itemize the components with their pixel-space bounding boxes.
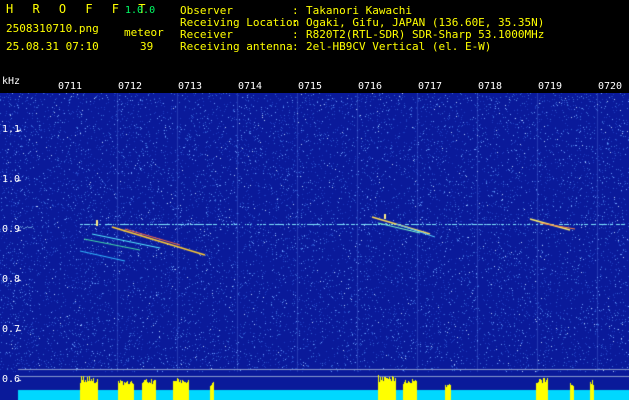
time-label: 0713	[178, 81, 203, 92]
y-tick-label: 0.7	[2, 324, 21, 335]
time-label: 0720	[598, 81, 623, 92]
time-label: 0714	[238, 81, 263, 92]
header-panel: H R O F F T 1.0.0 2508310710.png meteor …	[0, 0, 629, 72]
time-label: 0712	[118, 81, 143, 92]
info-colon: :	[292, 40, 299, 53]
info-row-location: Receiving Location : Ogaki, Gifu, JAPAN …	[0, 16, 629, 29]
y-unit-label: kHz	[2, 76, 21, 87]
y-tick-label: 1.1	[2, 124, 21, 135]
time-axis: kHz 0711 0712 0713 0714 0715 0716 0717 0…	[0, 72, 629, 94]
time-label: 0717	[418, 81, 443, 92]
y-tick-label: 0.8	[2, 274, 21, 285]
time-label: 0718	[478, 81, 503, 92]
y-tick-label: 1.0	[2, 174, 21, 185]
spectrogram-canvas	[0, 93, 629, 400]
y-tick-label: 0.6	[2, 374, 21, 385]
info-row-receiver: Receiver : R820T2(RTL-SDR) SDR-Sharp 53.…	[0, 28, 629, 41]
time-label: 0716	[358, 81, 383, 92]
y-tick-label: 0.9	[2, 224, 21, 235]
spectrogram: 1.1 1.0 0.9 0.8 0.7 0.6	[0, 93, 629, 400]
info-label: Receiving antenna	[180, 40, 293, 53]
info-row-antenna: Receiving antenna : 2el-HB9CV Vertical (…	[0, 40, 629, 53]
info-row-observer: Observer : Takanori Kawachi	[0, 4, 629, 17]
time-label: 0715	[298, 81, 323, 92]
info-value: 2el-HB9CV Vertical (el. E-W)	[306, 40, 492, 53]
time-label: 0719	[538, 81, 563, 92]
time-label: 0711	[58, 81, 83, 92]
